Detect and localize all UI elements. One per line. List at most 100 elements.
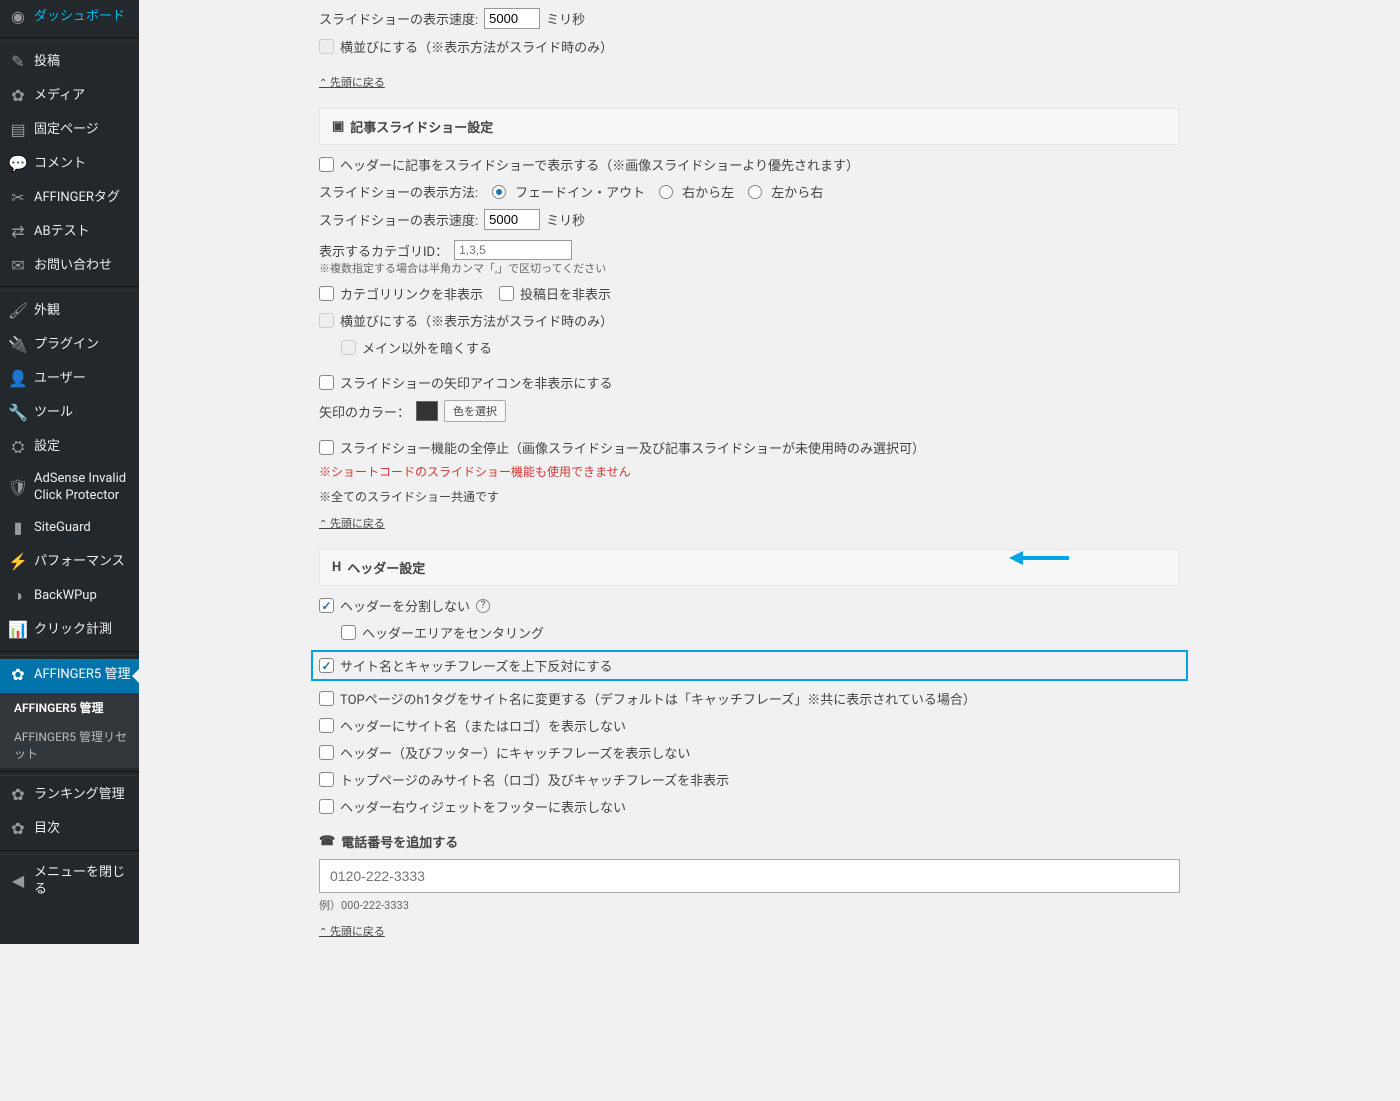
hide-top-title-checkbox[interactable]: [319, 772, 334, 787]
performance-icon: ⚡: [8, 553, 28, 573]
no-split-checkbox[interactable]: [319, 598, 334, 613]
sidebar-item-label: パフォーマンス: [34, 554, 125, 571]
contact-icon: ✉: [8, 256, 28, 276]
sidebar-item-label: 固定ページ: [34, 122, 99, 139]
sidebar-item-affinger5-admin[interactable]: ✿AFFINGER5 管理: [0, 659, 139, 693]
phone-icon: ☎: [319, 834, 335, 849]
arrow-color-label: 矢印のカラー：: [319, 402, 410, 421]
method-fade-label: フェードイン・アウト: [515, 182, 645, 201]
cat-id-input[interactable]: [454, 240, 572, 260]
affinger-tags-icon: ✂: [8, 188, 28, 208]
sidebar-item-label: プラグイン: [34, 337, 99, 354]
no-split-label: ヘッダーを分割しない: [340, 596, 470, 615]
hide-title-checkbox[interactable]: [319, 718, 334, 733]
hide-catch-checkbox[interactable]: [319, 745, 334, 760]
article-ms-label: ミリ秒: [546, 210, 585, 229]
sidebar-item-label: クリック計測: [34, 622, 112, 639]
media-icon: ✿: [8, 86, 28, 106]
sidebar-item-click-tracking[interactable]: 📊クリック計測: [0, 614, 139, 648]
cat-label: 表示するカテゴリID：: [319, 241, 448, 260]
sidebar-item-label: BackWPup: [34, 588, 97, 605]
slideshow-speed-label: スライドショーの表示速度:: [319, 9, 478, 28]
affinger5-admin-icon: ✿: [8, 666, 28, 686]
ms-label: ミリ秒: [546, 9, 585, 28]
hide-arrow-checkbox[interactable]: [319, 375, 334, 390]
blue-arrow-annotation: [1009, 546, 1069, 570]
sidebar-item-toc[interactable]: ✿ 目次: [0, 813, 139, 847]
sidebar-item-siteguard[interactable]: ▮SiteGuard: [0, 512, 139, 546]
hide-date-checkbox[interactable]: [499, 286, 514, 301]
sidebar-item-contact[interactable]: ✉ お問い合わせ: [0, 249, 139, 283]
sidebar-item-label: 設定: [34, 439, 60, 456]
hide-widget-label: ヘッダー右ウィジェットをフッターに表示しない: [340, 797, 626, 816]
sidebar-item-pages[interactable]: ▤固定ページ: [0, 113, 139, 147]
sidebar-item-label: 目次: [34, 821, 60, 838]
sidebar-item-users[interactable]: 👤ユーザー: [0, 362, 139, 396]
sidebar-item-plugins[interactable]: 🔌 プラグイン: [0, 328, 139, 362]
back-to-top-link[interactable]: 先頭に戻る: [319, 74, 385, 90]
sidebar-item-adsense-icp[interactable]: 🛡AdSense Invalid Click Protector: [0, 464, 139, 512]
sidebar-item-label: AFFINGERタグ: [34, 190, 120, 207]
sidebar-item-tools[interactable]: 🔧ツール: [0, 396, 139, 430]
select-color-button[interactable]: 色を選択: [444, 400, 506, 422]
sidebar-item-label: お問い合わせ: [34, 258, 112, 275]
back-to-top-link-2[interactable]: 先頭に戻る: [319, 515, 385, 531]
submenu-item-admin[interactable]: AFFINGER5 管理: [0, 693, 139, 722]
sidebar-item-label: メディア: [34, 88, 85, 105]
article-horizontal-checkbox[interactable]: [319, 313, 334, 328]
sidebar-item-collapse[interactable]: ◀メニューを閉じる: [0, 858, 139, 906]
change-h1-checkbox[interactable]: [319, 691, 334, 706]
hide-catlink-checkbox[interactable]: [319, 286, 334, 301]
admin-sidebar: ◉ ダッシュボード ✎投稿 ✿ メディア ▤固定ページ💬コメント ✂ AFFINGERタグ ⇄ A…: [0, 0, 139, 944]
help-icon[interactable]: ?: [476, 599, 490, 613]
center-checkbox[interactable]: [341, 625, 356, 640]
radio-fade[interactable]: [492, 185, 506, 199]
article-speed-input[interactable]: [484, 209, 540, 230]
comments-icon: 💬: [8, 154, 28, 174]
ab-test-icon: ⇄: [8, 222, 28, 242]
sidebar-item-backwpup[interactable]: ◑ BackWPup: [0, 580, 139, 614]
plugins-icon: 🔌: [8, 335, 28, 355]
h-icon: H: [332, 560, 341, 575]
sidebar-item-label: ABテスト: [34, 224, 90, 241]
swap-checkbox[interactable]: [319, 658, 334, 673]
sidebar-item-label: 投稿: [34, 54, 60, 71]
sidebar-item-performance[interactable]: ⚡ パフォーマンス: [0, 546, 139, 580]
sidebar-item-media[interactable]: ✿ メディア: [0, 79, 139, 113]
slideshow-speed-input[interactable]: [484, 8, 540, 29]
sidebar-item-affinger-tags[interactable]: ✂ AFFINGERタグ: [0, 181, 139, 215]
backwpup-icon: ◑: [8, 587, 28, 607]
phone-input[interactable]: [319, 859, 1180, 893]
cat-hint: ※複数指定する場合は半角カンマ「,」で区切ってください: [319, 260, 1180, 276]
radio-ltr[interactable]: [748, 185, 762, 199]
radio-rtl[interactable]: [659, 185, 673, 199]
dim-others-checkbox[interactable]: [341, 340, 356, 355]
phone-example: 例）000-222-3333: [319, 897, 1180, 913]
video-icon: ▣: [332, 119, 344, 134]
appearance-icon: 🖌: [8, 301, 28, 321]
settings-icon: ⛭: [8, 437, 28, 457]
sidebar-item-comments[interactable]: 💬コメント: [0, 147, 139, 181]
sidebar-item-settings[interactable]: ⛭ 設定: [0, 430, 139, 464]
users-icon: 👤: [8, 369, 28, 389]
sidebar-item-appearance[interactable]: 🖌外観: [0, 294, 139, 328]
center-label: ヘッダーエリアをセンタリング: [362, 623, 544, 642]
submenu-item-admin-reset[interactable]: AFFINGER5 管理リセット: [0, 722, 139, 768]
stop-all-checkbox[interactable]: [319, 440, 334, 455]
sidebar-item-ranking[interactable]: ✿ランキング管理: [0, 779, 139, 813]
dashboard-icon: ◉: [8, 7, 28, 27]
show-in-header-checkbox[interactable]: [319, 157, 334, 172]
sidebar-item-posts[interactable]: ✎投稿: [0, 45, 139, 79]
back-to-top-link-3[interactable]: 先頭に戻る: [319, 923, 385, 939]
article-speed-label: スライドショーの表示速度:: [319, 210, 478, 229]
sidebar-item-ab-test[interactable]: ⇄ ABテスト: [0, 215, 139, 249]
tools-icon: 🔧: [8, 403, 28, 423]
hide-top-title-label: トップページのみサイト名（ロゴ）及びキャッチフレーズを非表示: [340, 770, 729, 789]
arrow-color-swatch[interactable]: [416, 401, 438, 421]
sidebar-item-dashboard[interactable]: ◉ ダッシュボード: [0, 0, 139, 34]
horizontal-checkbox[interactable]: [319, 39, 334, 54]
hide-widget-checkbox[interactable]: [319, 799, 334, 814]
sidebar-item-label: メニューを閉じる: [34, 865, 131, 899]
sidebar-item-label: ダッシュボード: [34, 9, 125, 26]
toc-icon: ✿: [8, 820, 28, 840]
